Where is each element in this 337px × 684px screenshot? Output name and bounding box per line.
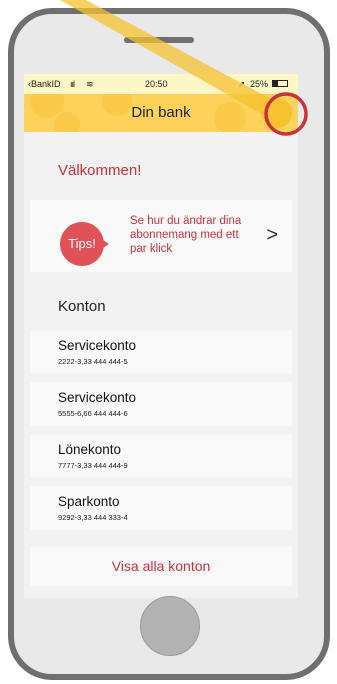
show-all-accounts-label: Visa alla konton xyxy=(111,558,211,574)
page-title: Din bank xyxy=(131,104,191,121)
show-all-accounts-button[interactable]: Visa alla konton xyxy=(30,546,292,586)
back-to-app[interactable]: ‹BankID xyxy=(28,79,61,89)
account-row[interactable]: Servicekonto 2222-3,33 444 444-5 xyxy=(30,330,292,374)
account-row[interactable]: Servicekonto 5555-6,66 444 444-6 xyxy=(30,382,292,426)
battery-icon xyxy=(272,80,288,87)
signal-icon: ııl xyxy=(70,79,75,89)
account-name: Servicekonto xyxy=(58,338,137,353)
account-number: 7777-3,33 444 444-9 xyxy=(58,461,128,470)
clock: 20:50 xyxy=(145,79,168,89)
status-bar: ‹BankID ııl ≋ 20:50 ➚ 25% xyxy=(24,74,298,94)
chevron-right-icon: > xyxy=(266,224,278,246)
accounts-heading: Konton xyxy=(58,298,106,315)
account-name: Sparkonto xyxy=(58,494,120,509)
account-row[interactable]: Sparkonto 9292-3,33 444 333-4 xyxy=(30,486,292,530)
app-screen: ‹BankID ııl ≋ 20:50 ➚ 25% Din bank Välko… xyxy=(24,74,298,598)
account-name: Servicekonto xyxy=(58,390,137,405)
tips-text: Se hur du ändrar dina abonnemang med ett… xyxy=(130,215,242,255)
tips-badge: Tips! xyxy=(60,222,104,266)
nav-bar: Din bank xyxy=(24,94,298,132)
wifi-icon: ≋ xyxy=(86,79,94,89)
tips-badge-tail xyxy=(100,238,109,250)
home-button[interactable] xyxy=(140,596,200,656)
battery-percent: 25% xyxy=(250,79,269,89)
tips-banner[interactable]: Tips! Se hur du ändrar dina abonnemang m… xyxy=(30,200,292,272)
account-row[interactable]: Lönekonto 7777-3,33 444 444-9 xyxy=(30,434,292,478)
location-icon: ➚ xyxy=(238,79,246,89)
carrier-label: BankID xyxy=(31,79,61,89)
welcome-heading: Välkommen! xyxy=(58,162,142,179)
account-number: 5555-6,66 444 444-6 xyxy=(58,409,128,418)
account-name: Lönekonto xyxy=(58,442,122,457)
phone-speaker xyxy=(124,37,194,43)
menu-button[interactable] xyxy=(262,98,292,128)
account-number: 2222-3,33 444 444-5 xyxy=(58,357,128,366)
account-number: 9292-3,33 444 333-4 xyxy=(58,513,128,522)
